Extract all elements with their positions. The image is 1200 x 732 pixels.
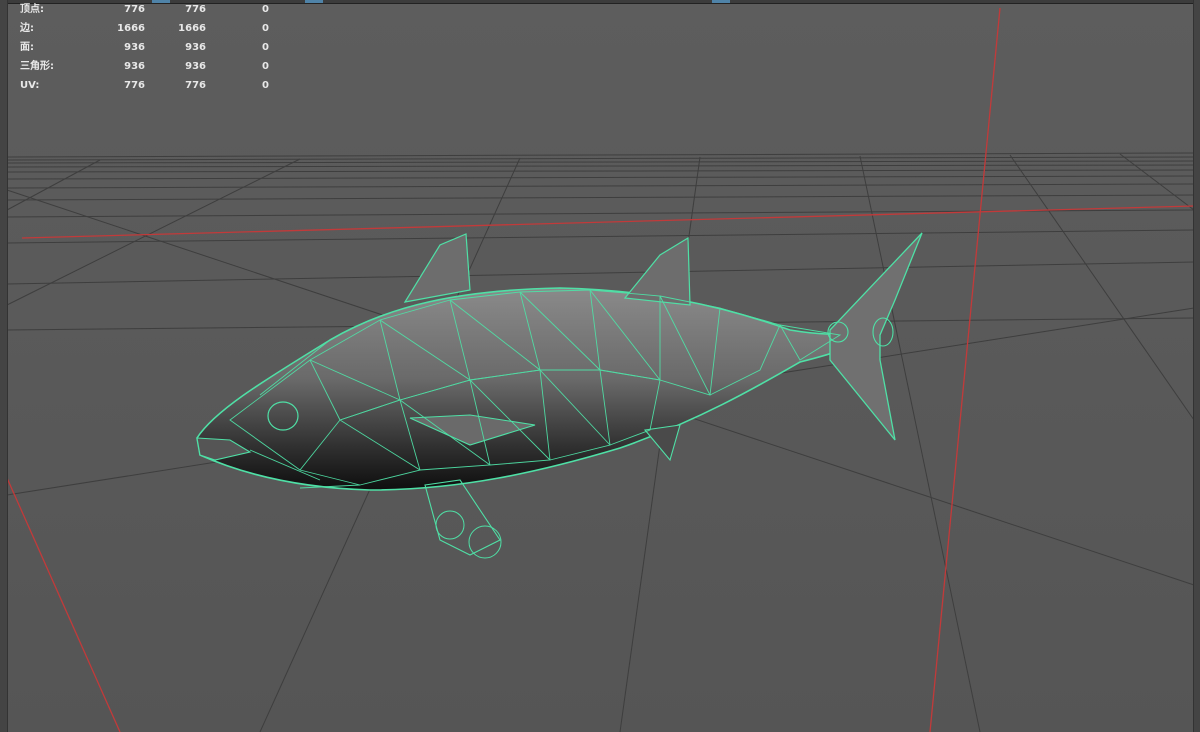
hud-value: 776 — [124, 4, 145, 15]
hud-value: 936 — [124, 61, 145, 72]
hud-label: 面: — [20, 42, 34, 53]
hud-label: 边: — [20, 23, 34, 34]
hud-value: 776 — [124, 80, 145, 91]
hud-value: 0 — [262, 80, 269, 91]
viewport-frame-left — [0, 0, 8, 732]
viewport-scene[interactable] — [0, 0, 1200, 732]
hud-row-faces: 面: 936 936 0 — [20, 38, 269, 57]
hud-row-edges: 边: 1666 1666 0 — [20, 19, 269, 38]
hud-value: 1666 — [117, 23, 145, 34]
hud-value: 0 — [262, 42, 269, 53]
hud-value: 776 — [185, 4, 206, 15]
hud-value: 1666 — [178, 23, 206, 34]
hud-row-uvs: UV: 776 776 0 — [20, 76, 269, 95]
hud-label: 三角形: — [20, 61, 54, 72]
hud-value: 936 — [124, 42, 145, 53]
hud-label: UV: — [20, 80, 40, 91]
hud-value: 776 — [185, 80, 206, 91]
hud-value: 0 — [262, 4, 269, 15]
hud-label: 顶点: — [20, 4, 44, 15]
poly-count-hud: 顶点: 776 776 0 边: 1666 1666 0 面: 936 936 … — [20, 0, 269, 95]
hud-value: 936 — [185, 61, 206, 72]
hud-row-vertices: 顶点: 776 776 0 — [20, 0, 269, 19]
hud-row-triangles: 三角形: 936 936 0 — [20, 57, 269, 76]
hud-value: 0 — [262, 61, 269, 72]
tuna-fish-wireframe-icon[interactable] — [196, 232, 923, 559]
hud-value: 936 — [185, 42, 206, 53]
viewport-frame-right — [1193, 0, 1200, 732]
hud-value: 0 — [262, 23, 269, 34]
3d-viewport[interactable]: 顶点: 776 776 0 边: 1666 1666 0 面: 936 936 … — [0, 0, 1200, 732]
